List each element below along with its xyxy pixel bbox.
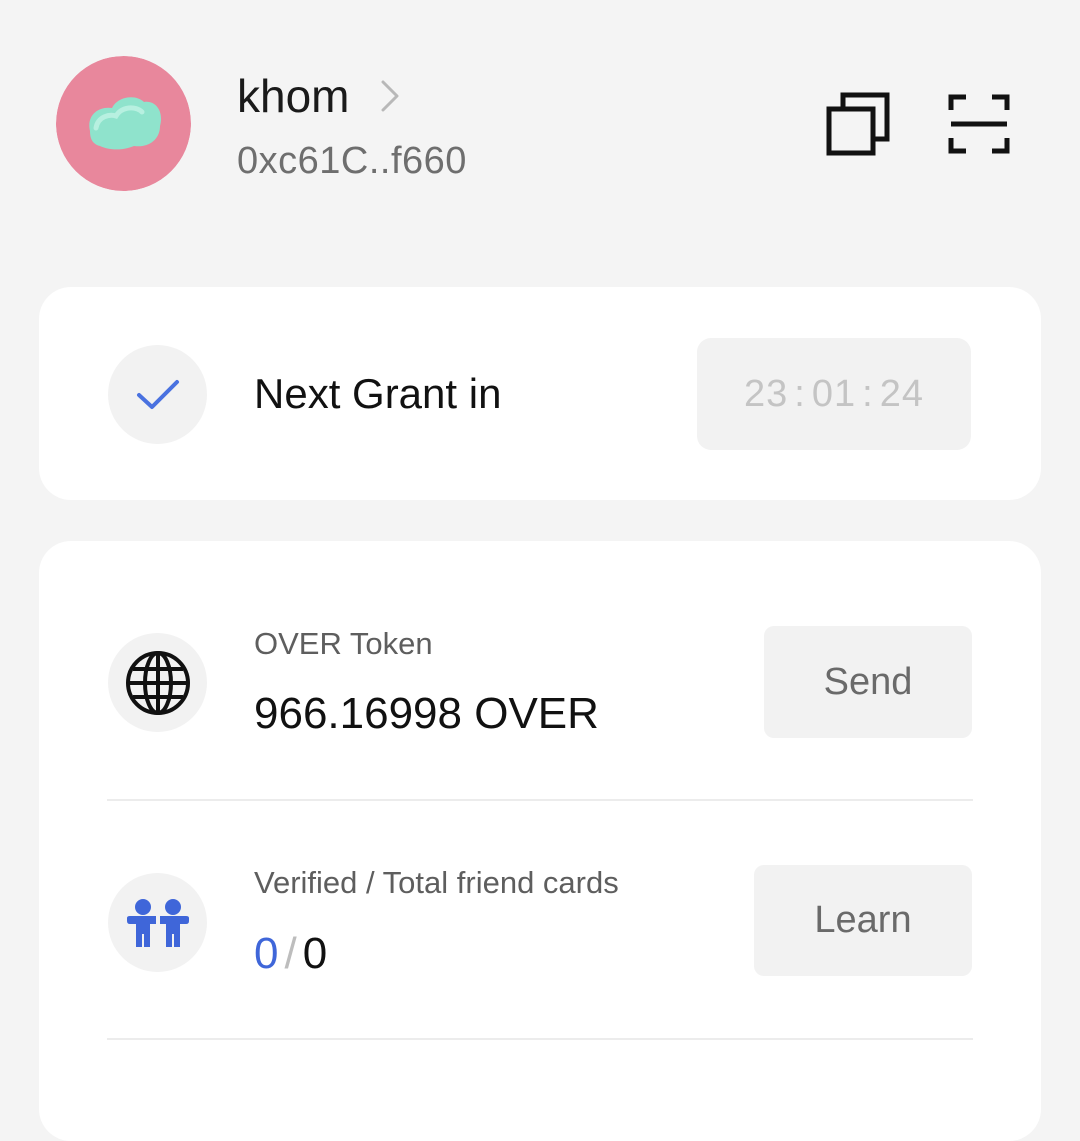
countdown-hours: 23	[744, 372, 789, 415]
total-count: 0	[302, 929, 328, 978]
chevron-right-icon	[381, 80, 399, 112]
friend-cards-title: Verified / Total friend cards	[254, 865, 619, 900]
avatar[interactable]	[56, 56, 191, 191]
wallet-card: OVER Token 966.16998 OVER Send Verified …	[39, 541, 1041, 1141]
verified-count: 0	[254, 929, 279, 978]
profile-name-link[interactable]: khom	[237, 68, 401, 124]
token-icon-badge	[108, 633, 207, 732]
check-icon	[136, 379, 179, 409]
wallet-address: 0xc61C..f660	[237, 140, 467, 182]
grant-status-badge	[108, 345, 207, 444]
globe-icon	[125, 650, 190, 715]
grant-label: Next Grant in	[254, 370, 502, 417]
countdown-seconds: 24	[879, 372, 924, 415]
friends-icon	[126, 898, 189, 947]
profile-header: khom 0xc61C..f660	[0, 0, 1080, 240]
friends-icon-badge	[108, 873, 207, 972]
avatar-blob-icon	[56, 56, 191, 191]
profile-name: khom	[237, 70, 350, 122]
grant-countdown: 23 : 01 : 24	[697, 338, 971, 450]
grant-card: Next Grant in 23 : 01 : 24	[39, 287, 1041, 500]
scan-icon[interactable]	[948, 94, 1010, 154]
token-title: OVER Token	[254, 626, 433, 661]
divider	[107, 1038, 973, 1040]
countdown-separator: :	[862, 372, 874, 415]
send-button[interactable]: Send	[764, 626, 972, 738]
friend-cards-count: 0/0	[254, 927, 327, 981]
divider	[107, 799, 973, 801]
countdown-minutes: 01	[811, 372, 857, 415]
count-separator: /	[284, 929, 297, 978]
token-balance: 966.16998 OVER	[254, 689, 599, 738]
countdown-separator: :	[794, 372, 806, 415]
learn-button[interactable]: Learn	[754, 865, 972, 976]
copy-icon[interactable]	[826, 92, 890, 156]
